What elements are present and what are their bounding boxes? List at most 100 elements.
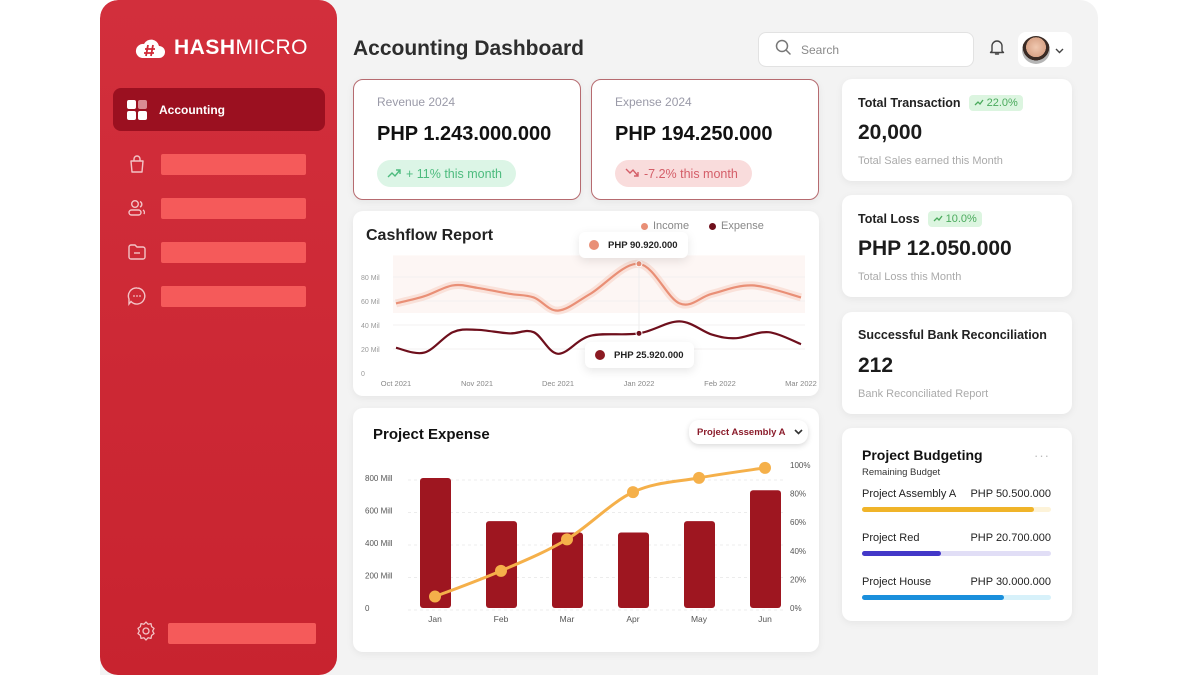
trending-up-icon — [387, 167, 401, 181]
income-highlight-point — [635, 260, 643, 268]
chat-bubble-icon — [126, 285, 148, 307]
stat-title: Successful Bank Reconciliation — [858, 328, 1047, 342]
stat-card-bank-reconciliation: Successful Bank Reconciliation 212 Bank … — [842, 312, 1072, 414]
cumulative-point-may — [693, 471, 705, 484]
y2-tick-label: 20% — [790, 575, 806, 584]
kpi-value: PHP 1.243.000.000 — [377, 123, 552, 145]
budget-project-name: Project Assembly A — [862, 488, 957, 500]
brand-logo[interactable]: HASH MICRO — [134, 36, 308, 60]
project-budgeting-card: Project Budgeting Remaining Budget ··· P… — [842, 428, 1072, 621]
gear-icon — [135, 620, 157, 647]
chevron-down-icon — [793, 427, 803, 438]
budget-amount: PHP 30.000.000 — [970, 576, 1051, 588]
cumulative-point-feb — [495, 564, 507, 577]
trend-badge: + 11% this month — [377, 160, 517, 187]
sidebar-item-accounting[interactable]: Accounting — [113, 88, 325, 131]
project-select[interactable]: Project Assembly A — [689, 420, 808, 444]
budget-item-line: Project Red PHP 20.700.000 — [862, 532, 1051, 544]
tooltip-value: PHP 90.920.000 — [608, 239, 678, 251]
sidebar-item-placeholder — [160, 285, 306, 307]
sidebar: HASH MICRO Accounting — [100, 0, 337, 675]
cumulative-point-jan — [429, 590, 441, 603]
tooltip-dot — [595, 350, 605, 360]
budgeting-title: Project Budgeting — [862, 447, 983, 463]
project-select-value: Project Assembly A — [697, 426, 786, 438]
growth-value: 10.0% — [945, 213, 977, 225]
x-tick-label: Nov 2021 — [461, 379, 493, 388]
y2-tick-label: 0% — [790, 604, 802, 613]
budget-item[interactable]: Project House PHP 30.000.000 — [862, 576, 1051, 600]
trending-up-icon — [933, 213, 943, 225]
project-expense-card: Project Expense 0 200 Mill 400 Mill 600 Mil… — [353, 408, 819, 652]
stat-title: Total Loss — [858, 212, 920, 226]
budget-progress-track — [862, 551, 1051, 556]
search-box[interactable] — [758, 32, 974, 67]
sidebar-item-label: Accounting — [159, 102, 225, 117]
growth-value: 22.0% — [986, 97, 1018, 109]
more-options-icon[interactable]: ··· — [1034, 448, 1050, 463]
profile-menu[interactable] — [1018, 32, 1072, 67]
x-tick-label: Jun — [758, 614, 772, 624]
sidebar-item-2[interactable] — [126, 197, 306, 219]
bar-apr — [618, 532, 649, 608]
bar-may — [684, 521, 715, 608]
growth-badge: 10.0% — [927, 211, 982, 227]
project-expense-chart: 0 200 Mill 400 Mill 600 Mill 800 Mill 0% 20% 40… — [365, 461, 810, 624]
x-tick-label: Jan — [428, 614, 442, 624]
expense-tooltip: PHP 25.920.000 — [585, 342, 694, 368]
bar-jan — [420, 478, 451, 608]
sidebar-item-settings[interactable] — [135, 620, 316, 647]
bell-icon — [988, 38, 1006, 61]
y-tick-label: 80 Mil — [361, 275, 380, 282]
x-tick-label: Jan 2022 — [624, 379, 655, 388]
budget-project-name: Project Red — [862, 532, 920, 544]
stat-subtitle: Bank Reconciliated Report — [858, 388, 989, 400]
y-tick-label: 60 Mil — [361, 299, 380, 306]
sidebar-item-3[interactable] — [126, 241, 306, 263]
x-tick-label: Feb 2022 — [704, 379, 736, 388]
budget-item[interactable]: Project Assembly A PHP 50.500.000 — [862, 488, 1051, 512]
y-tick-label: 600 Mill — [365, 507, 393, 516]
stat-title: Total Transaction — [858, 96, 961, 110]
logo-thin: MICRO — [235, 36, 309, 59]
search-input[interactable] — [801, 42, 951, 57]
trending-down-icon — [625, 167, 639, 181]
budget-amount: PHP 50.500.000 — [970, 488, 1051, 500]
shopping-bag-icon — [126, 153, 148, 175]
budget-item-line: Project Assembly A PHP 50.500.000 — [862, 488, 1051, 500]
stat-value: PHP 12.050.000 — [858, 237, 1012, 260]
y-tick-label: 400 Mill — [365, 539, 393, 548]
stat-title-row: Total Transaction 22.0% — [858, 95, 1023, 111]
y-tick-label: 0 — [365, 604, 370, 613]
dashboard-frame: HASH MICRO Accounting Accounting Dashboa… — [100, 0, 1098, 675]
budget-progress-track — [862, 507, 1051, 512]
sidebar-item-placeholder — [160, 153, 306, 175]
avatar — [1022, 35, 1050, 64]
stat-card-total-loss: Total Loss 10.0% PHP 12.050.000 Total Lo… — [842, 195, 1072, 297]
budget-amount: PHP 20.700.000 — [970, 532, 1051, 544]
budget-item[interactable]: Project Red PHP 20.700.000 — [862, 532, 1051, 556]
cumulative-point-jun — [759, 461, 771, 474]
chevron-down-icon — [1055, 41, 1064, 59]
x-tick-label: Dec 2021 — [542, 379, 574, 388]
notification-button[interactable] — [986, 38, 1008, 60]
sidebar-item-1[interactable] — [126, 153, 306, 175]
income-tooltip: PHP 90.920.000 — [579, 232, 688, 258]
folder-icon — [126, 241, 148, 263]
y2-tick-label: 60% — [790, 518, 806, 527]
search-icon — [775, 39, 791, 60]
budget-item-line: Project House PHP 30.000.000 — [862, 576, 1051, 588]
sidebar-item-4[interactable] — [126, 285, 306, 307]
tooltip-value: PHP 25.920.000 — [614, 349, 684, 361]
stat-value: 212 — [858, 354, 894, 377]
cumulative-point-mar — [561, 533, 573, 546]
tooltip-dot — [589, 240, 599, 250]
logo-bold: HASH — [174, 36, 236, 59]
x-tick-label: Feb — [494, 614, 509, 624]
cashflow-card: Cashflow Report Income Expense 0 20 Mil 40… — [353, 211, 819, 396]
stat-subtitle: Total Loss this Month — [858, 271, 962, 283]
sidebar-item-placeholder — [160, 197, 306, 219]
trend-text: + 11% this month — [406, 166, 503, 181]
budget-project-name: Project House — [862, 576, 932, 588]
grid-icon — [127, 99, 147, 120]
